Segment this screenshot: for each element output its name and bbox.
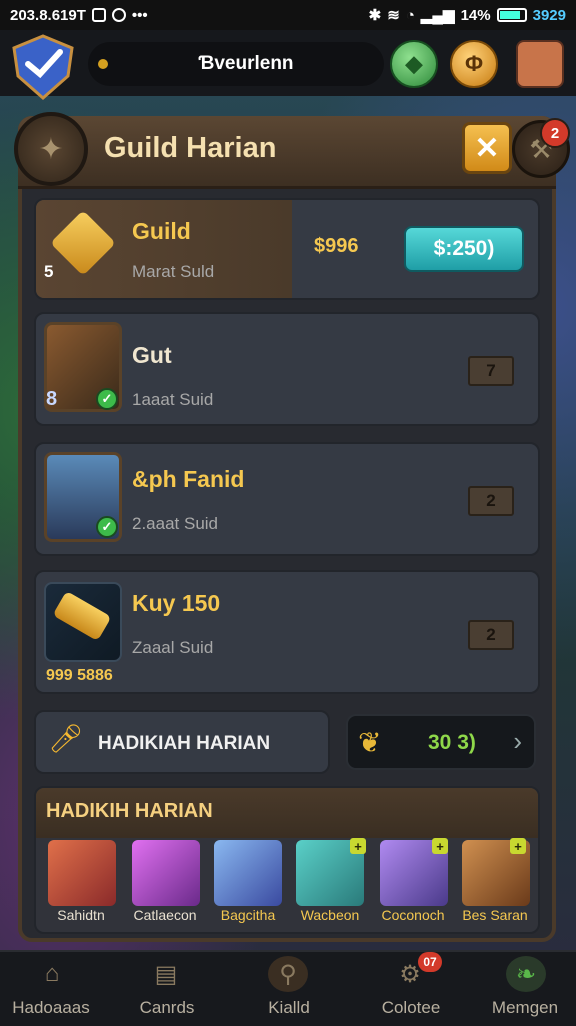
notification-icon (91, 8, 106, 22)
coin-icon[interactable]: Φ (450, 40, 498, 88)
reward-item-label: Bes Saran (462, 907, 528, 923)
gold-leaf-icon: ❦ (358, 727, 382, 758)
reward-value-button[interactable]: ❦ 30 3) › (346, 714, 536, 770)
currency-dot-icon (98, 59, 108, 69)
row3-subtitle: 2.aaat Suid (132, 514, 219, 533)
check-icon: ✓ (96, 388, 118, 410)
row4-lock[interactable]: 2 (468, 620, 514, 650)
plus-icon: + (432, 838, 448, 854)
plus-icon: + (510, 838, 526, 854)
nav-label-home[interactable]: Hadoaaas (0, 998, 106, 1018)
row4-title: Kuy 150 (132, 590, 221, 616)
battery-icon (496, 8, 527, 22)
more-icon: ••• (131, 6, 148, 24)
nav-notification-badge: 07 (418, 952, 442, 972)
bluetooth-icon: ✱ (368, 7, 382, 24)
cards-icon[interactable]: ▤ (146, 956, 186, 992)
reward-item-label: Coconoch (381, 907, 445, 923)
player-name: Ɓveurlenn (198, 53, 294, 74)
row4-subtitle: Zaaal Suid (132, 638, 214, 657)
emblem-icon[interactable]: ⚲ (268, 956, 308, 992)
chevron-right-icon: › (513, 726, 522, 756)
check-icon: ✓ (96, 516, 118, 538)
close-button[interactable]: ✕ (462, 122, 512, 174)
nav-label-cards[interactable]: Canrds (112, 998, 222, 1018)
signal-icon: ▂▄▆ (420, 7, 455, 24)
gem-icon[interactable]: ◆ (390, 40, 438, 88)
reward-item-2[interactable] (132, 840, 200, 906)
reward-item-label: Sahidtn (57, 907, 105, 923)
reward-item-1[interactable] (48, 840, 116, 906)
row3-title: &ph Fanid (132, 466, 245, 492)
row2-badge: 8 (46, 388, 58, 410)
daily-reward-label: HADIKIAH HARIAN (98, 733, 271, 754)
shield-icon[interactable] (10, 34, 76, 100)
reward-item-label: Wacbeon (300, 907, 360, 923)
reward-item-label: Bagcitha (220, 907, 276, 923)
puzzle-icon: ✦ (14, 112, 88, 186)
row1-title: Guild (132, 218, 191, 244)
microphone-icon: 🎤︎ (48, 723, 84, 754)
panel-title: Guild Harian (104, 132, 277, 164)
row1-price: $996 (314, 235, 359, 257)
daily-reward-button[interactable]: 🎤︎ HADIKIAH HARIAN (34, 710, 330, 774)
wifi-icon: ≋ (387, 7, 400, 24)
avatar[interactable] (516, 40, 564, 88)
reward-value: 30 3) (428, 731, 476, 754)
buy-button[interactable]: $:250) (404, 226, 524, 272)
nav-label-members[interactable]: Memgen (470, 998, 576, 1018)
alarm-icon: ◔ (405, 6, 415, 24)
plus-icon: + (350, 838, 366, 854)
nav-label-guild[interactable]: Kialld (234, 998, 344, 1018)
tools-notification-badge: 2 (540, 118, 570, 148)
status-left-text: 203.8.619T (10, 6, 86, 24)
nav-label-collection[interactable]: Colotee (356, 998, 466, 1018)
row2-title: Gut (132, 342, 172, 368)
leaf-icon[interactable]: ❧ (506, 956, 546, 992)
app-icon (111, 8, 126, 22)
row1-badge: 5 (44, 262, 54, 281)
status-bar: 203.8.619T ••• ✱ ≋ ◔ ▂▄▆ 14% 3929 (0, 0, 576, 30)
row2-lock[interactable]: 7 (468, 356, 514, 386)
battery-percent: 14% (460, 6, 491, 24)
row1-subtitle: Marat Suld (132, 262, 215, 281)
player-name-pill[interactable]: Ɓveurlenn (88, 42, 384, 86)
section-title: HADIKIH HARIAN (46, 800, 213, 822)
row3-lock[interactable]: 2 (468, 486, 514, 516)
row2-subtitle: 1aaat Suid (132, 390, 214, 409)
reward-item-label: Catlaecon (133, 907, 197, 923)
reward-item-3[interactable] (214, 840, 282, 906)
house-icon[interactable]: ⌂ (32, 956, 72, 992)
row4-badge: 999 5886 (46, 667, 113, 684)
clock: 3929 (532, 6, 566, 24)
